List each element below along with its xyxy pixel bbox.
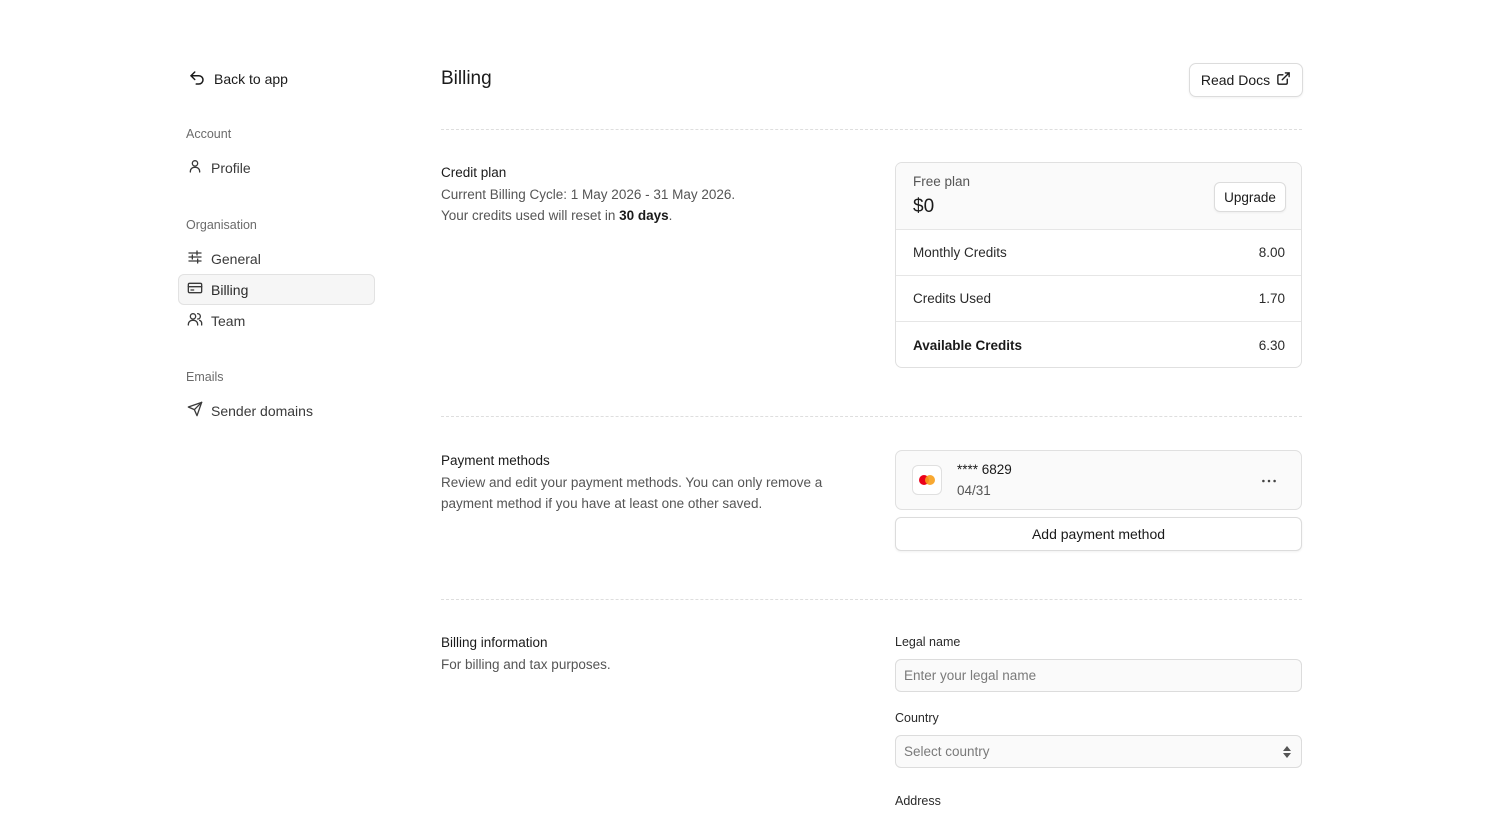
user-icon xyxy=(187,158,203,177)
payment-methods-description: Review and edit your payment methods. Yo… xyxy=(441,475,823,511)
row-value: 8.00 xyxy=(1258,245,1285,260)
select-arrows-icon xyxy=(1282,745,1292,759)
sidebar-item-sender-domains[interactable]: Sender domains xyxy=(178,395,375,426)
page-title: Billing xyxy=(441,68,492,89)
credit-plan-description: Current Billing Cycle: 1 May 2026 - 31 M… xyxy=(441,184,735,226)
legal-name-label: Legal name xyxy=(895,635,961,649)
plan-card: Free plan $0 Upgrade Monthly Credits 8.0… xyxy=(895,162,1302,368)
sidebar-item-billing[interactable]: Billing xyxy=(178,274,375,305)
sidebar-item-label: Profile xyxy=(211,159,251,176)
country-select[interactable]: Select country xyxy=(895,735,1302,768)
plan-header: Free plan $0 Upgrade xyxy=(896,163,1301,230)
payment-methods-heading: Payment methods xyxy=(441,453,550,468)
send-icon xyxy=(187,401,203,420)
credits-row-available: Available Credits 6.30 xyxy=(896,322,1301,367)
credit-card-icon xyxy=(187,280,203,299)
undo-arrow-icon xyxy=(188,69,206,90)
sidebar-item-profile[interactable]: Profile xyxy=(178,152,375,183)
back-to-app-link[interactable]: Back to app xyxy=(188,68,288,90)
section-divider xyxy=(441,416,1302,417)
credits-row-used: Credits Used 1.70 xyxy=(896,276,1301,322)
credit-plan-heading: Credit plan xyxy=(441,165,507,180)
sidebar-item-label: Team xyxy=(211,312,246,329)
read-docs-button[interactable]: Read Docs xyxy=(1189,63,1303,97)
section-label-organisation: Organisation xyxy=(186,218,257,232)
users-icon xyxy=(187,311,203,330)
row-label: Credits Used xyxy=(913,291,992,306)
read-docs-label: Read Docs xyxy=(1200,72,1271,88)
row-value: 1.70 xyxy=(1258,291,1285,306)
credits-row-monthly: Monthly Credits 8.00 xyxy=(896,230,1301,276)
payment-card: **** 6829 04/31 xyxy=(895,450,1302,510)
row-value: 6.30 xyxy=(1258,337,1285,353)
row-label: Available Credits xyxy=(913,337,1023,353)
sidebar-item-label: Sender domains xyxy=(211,402,313,419)
sliders-icon xyxy=(187,249,203,268)
card-number: **** 6829 xyxy=(957,462,1012,477)
sidebar-item-team[interactable]: Team xyxy=(178,305,375,336)
billing-cycle-text: Current Billing Cycle: 1 May 2026 - 31 M… xyxy=(441,187,736,202)
billing-information-heading: Billing information xyxy=(441,635,548,650)
sidebar-item-label: General xyxy=(211,250,261,267)
reset-text: Your credits used will reset in 30 days. xyxy=(441,205,735,226)
row-label: Monthly Credits xyxy=(913,245,1007,260)
legal-name-input[interactable] xyxy=(895,659,1302,692)
billing-information-description: For billing and tax purposes. xyxy=(441,657,611,672)
reset-suffix: . xyxy=(668,208,673,223)
card-expiry: 04/31 xyxy=(957,483,991,498)
address-label: Address xyxy=(895,794,941,808)
sidebar-item-general[interactable]: General xyxy=(178,243,375,274)
country-select-placeholder: Select country xyxy=(904,744,990,759)
upgrade-button[interactable]: Upgrade xyxy=(1214,182,1286,212)
plan-price: $0 xyxy=(913,196,935,217)
section-divider xyxy=(441,599,1302,600)
add-payment-method-button[interactable]: Add payment method xyxy=(895,517,1302,551)
back-to-app-label: Back to app xyxy=(214,71,288,87)
section-label-account: Account xyxy=(186,127,232,141)
ellipsis-icon[interactable] xyxy=(1259,471,1279,489)
mastercard-icon xyxy=(912,465,942,495)
reset-prefix: Your credits used will reset in xyxy=(441,208,620,223)
plan-name: Free plan xyxy=(913,174,971,189)
external-link-icon xyxy=(1276,71,1291,89)
reset-days: 30 days xyxy=(619,208,669,223)
sidebar-item-label: Billing xyxy=(211,281,249,298)
section-label-emails: Emails xyxy=(186,370,224,384)
section-divider xyxy=(441,129,1302,130)
country-label: Country xyxy=(895,711,939,725)
